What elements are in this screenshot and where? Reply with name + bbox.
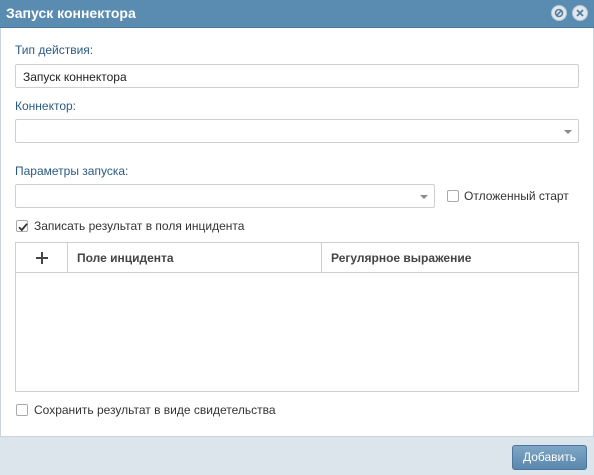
dialog-body: Тип действия: Запуск коннектора Коннекто… bbox=[0, 28, 594, 436]
add-button[interactable]: Добавить bbox=[512, 445, 587, 470]
deferred-start-checkbox[interactable] bbox=[447, 190, 459, 202]
action-type-field[interactable]: Запуск коннектора bbox=[15, 64, 579, 88]
plus-icon bbox=[36, 252, 48, 264]
minimize-icon[interactable] bbox=[551, 5, 567, 21]
add-row-button[interactable] bbox=[16, 243, 68, 273]
save-evidence-checkbox[interactable] bbox=[16, 404, 28, 416]
action-type-label: Тип действия: bbox=[15, 43, 94, 57]
incident-fields-grid: Поле инцидента Регулярное выражение bbox=[15, 242, 579, 392]
dialog-footer: Добавить bbox=[0, 436, 594, 475]
chevron-down-icon bbox=[420, 195, 428, 199]
chevron-down-icon bbox=[564, 130, 572, 134]
connector-select[interactable] bbox=[15, 119, 579, 143]
deferred-start-label: Отложенный старт bbox=[464, 189, 569, 203]
write-result-label: Записать результат в поля инцидента bbox=[34, 219, 245, 233]
column-header-label: Поле инцидента bbox=[77, 251, 174, 265]
launch-params-label: Параметры запуска: bbox=[15, 164, 129, 178]
window-title: Запуск коннектора bbox=[6, 5, 136, 21]
column-header-incident-field[interactable]: Поле инцидента bbox=[68, 243, 322, 273]
connector-label: Коннектор: bbox=[15, 99, 77, 113]
window-titlebar: Запуск коннектора bbox=[0, 0, 594, 28]
grid-header: Поле инцидента Регулярное выражение bbox=[16, 243, 578, 273]
column-header-label: Регулярное выражение bbox=[331, 251, 472, 265]
save-evidence-label: Сохранить результат в виде свидетельства bbox=[34, 403, 276, 417]
close-icon[interactable] bbox=[572, 5, 588, 21]
write-result-checkbox[interactable] bbox=[16, 220, 28, 232]
action-type-value: Запуск коннектора bbox=[23, 70, 127, 84]
launch-params-select[interactable] bbox=[15, 184, 435, 208]
check-icon bbox=[18, 223, 28, 232]
column-header-regex[interactable]: Регулярное выражение bbox=[322, 243, 578, 273]
